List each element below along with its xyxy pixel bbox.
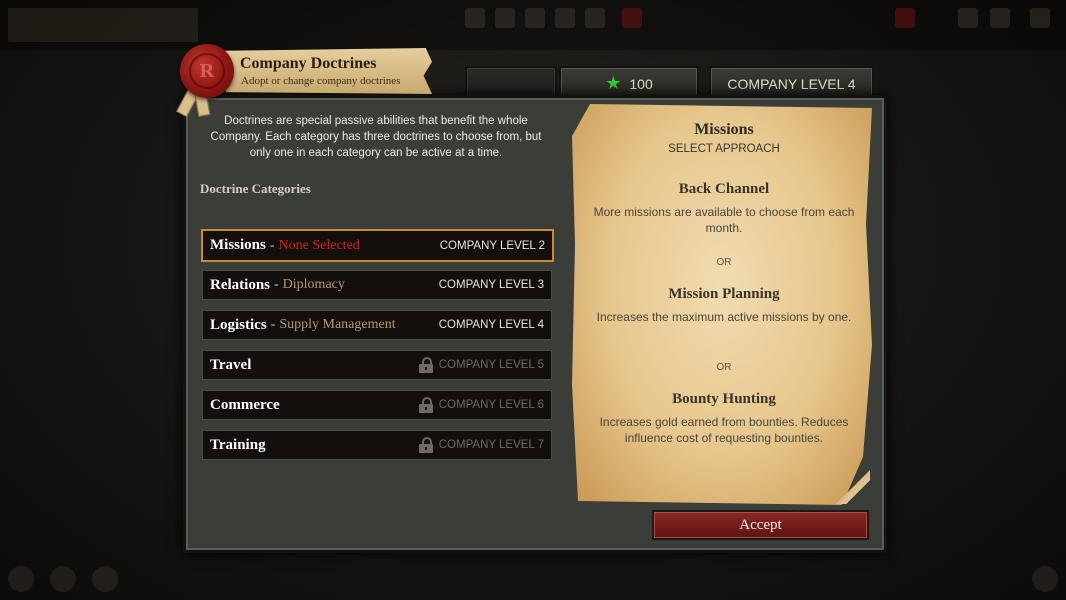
background-hud-icon [1030, 8, 1050, 28]
page-subtitle: Adopt or change company doctrines [241, 75, 401, 87]
categories-heading: Doctrine Categories [200, 181, 311, 196]
background-hud-icon [990, 8, 1010, 28]
lock-icon [418, 397, 433, 413]
category-level: COMPANY LEVEL 3 [438, 279, 544, 291]
or-divider: OR [716, 257, 732, 268]
category-level: COMPANY LEVEL 4 [438, 319, 544, 331]
background-hud-icon [525, 8, 545, 28]
background-hud-icon [895, 8, 915, 28]
doctrine-option-description: Increases the maximum active missions by… [596, 310, 852, 324]
category-level: COMPANY LEVEL 5 [438, 359, 544, 371]
category-relations[interactable]: Relations - Diplomacy COMPANY LEVEL 3 [202, 270, 552, 300]
background-title-plate [8, 8, 198, 42]
category-status: Diplomacy [282, 277, 345, 292]
wax-seal-icon: R [180, 44, 234, 98]
category-missions[interactable]: Missions - None Selected COMPANY LEVEL 2 [201, 229, 554, 262]
page-title: Company Doctrines [240, 55, 377, 72]
detail-title: Missions [694, 121, 754, 138]
lock-icon [418, 357, 433, 373]
star-icon: ★ [605, 73, 622, 93]
background-hud-icon [495, 8, 515, 28]
intro-text: Doctrines are special passive abilities … [210, 115, 542, 159]
category-name: Travel [210, 356, 252, 373]
or-divider: OR [716, 362, 732, 373]
doctrine-option-name[interactable]: Mission Planning [585, 286, 863, 303]
category-training[interactable]: Training COMPANY LEVEL 7 [202, 430, 552, 460]
background-bottom-icon [1032, 566, 1058, 592]
doctrine-option-description: Increases gold earned from bounties. Red… [599, 415, 849, 445]
doctrine-option-name[interactable]: Bounty Hunting [585, 391, 863, 408]
category-level: COMPANY LEVEL 6 [438, 399, 544, 411]
lock-icon [418, 437, 433, 453]
accept-button[interactable]: Accept [652, 510, 869, 540]
category-name: Relations [210, 276, 270, 293]
company-level-label: COMPANY LEVEL 4 [727, 75, 856, 92]
seal-emblem: R [189, 53, 225, 89]
category-level: COMPANY LEVEL 7 [438, 439, 544, 451]
background-hud-icon [465, 8, 485, 28]
category-commerce[interactable]: Commerce COMPANY LEVEL 6 [202, 390, 552, 420]
category-level: COMPANY LEVEL 2 [439, 239, 545, 252]
background-hud-icon [622, 8, 642, 28]
detail-subtitle: SELECT APPROACH [668, 143, 780, 155]
category-status: Supply Management [279, 317, 396, 332]
category-status: None Selected [278, 237, 360, 253]
background-bottom-icon [92, 566, 118, 592]
currency-value: 100 [629, 75, 653, 92]
category-name: Logistics [210, 316, 267, 333]
background-hud-icon [958, 8, 978, 28]
doctrine-option-name[interactable]: Back Channel [585, 181, 863, 198]
category-name: Missions [210, 237, 266, 253]
background-hud-icon [555, 8, 575, 28]
background-bottom-icon [50, 566, 76, 592]
background-hud-icon [585, 8, 605, 28]
category-travel[interactable]: Travel COMPANY LEVEL 5 [202, 350, 552, 380]
background-bottom-icon [8, 566, 34, 592]
category-name: Training [210, 436, 266, 453]
category-name: Commerce [210, 396, 280, 413]
doctrine-option-description: More missions are available to choose fr… [593, 205, 855, 235]
category-logistics[interactable]: Logistics - Supply Management COMPANY LE… [202, 310, 552, 340]
